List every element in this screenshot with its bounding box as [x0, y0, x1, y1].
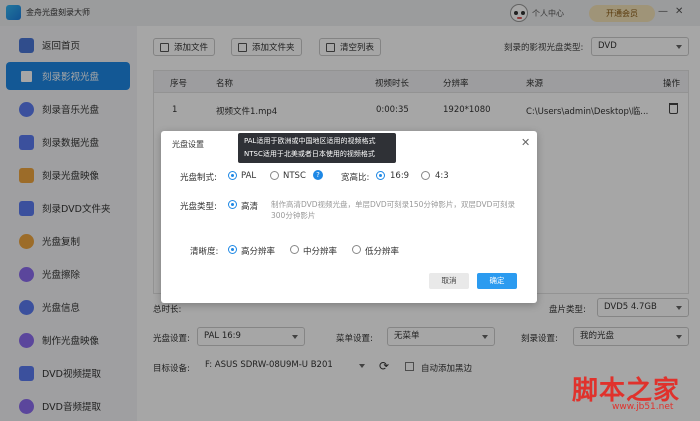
- dialog-title: 光盘设置: [172, 140, 204, 149]
- aspect-label: 宽高比:: [341, 173, 370, 183]
- hd-label: 高清: [241, 202, 259, 212]
- low-res-label: 低分辨率: [365, 247, 400, 257]
- mid-res-label: 中分辨率: [303, 247, 338, 257]
- help-icon[interactable]: ?: [313, 170, 323, 180]
- ratio-169-radio[interactable]: [376, 171, 385, 180]
- pal-label: PAL: [241, 171, 257, 181]
- ok-button[interactable]: 确定: [477, 273, 517, 289]
- clarity-label: 清晰度:: [190, 247, 219, 257]
- high-res-label: 高分辨率: [241, 247, 276, 257]
- ntsc-label: NTSC: [283, 171, 306, 181]
- close-icon[interactable]: ✕: [521, 136, 530, 149]
- tooltip-line-pal: PAL适用于欧洲或中国地区适用的视频格式: [244, 137, 376, 145]
- ratio-43-radio[interactable]: [421, 171, 430, 180]
- mid-res-radio[interactable]: [290, 245, 299, 254]
- low-res-radio[interactable]: [352, 245, 361, 254]
- format-tooltip: PAL适用于欧洲或中国地区适用的视频格式 NTSC适用于北美或者日本使用的视频格…: [238, 133, 396, 163]
- watermark-url: www.jb51.net: [612, 402, 674, 412]
- disc-type-dlg-label: 光盘类型:: [180, 202, 217, 212]
- tooltip-line-ntsc: NTSC适用于北美或者日本使用的视频格式: [244, 150, 375, 158]
- high-res-radio[interactable]: [228, 245, 237, 254]
- format-label: 光盘制式:: [180, 173, 217, 183]
- ratio-169-label: 16:9: [390, 171, 410, 181]
- hd-description: 制作高清DVD视频光盘，单层DVD可刻录150分钟影片，双层DVD可刻录300分…: [271, 200, 515, 220]
- ntsc-radio[interactable]: [270, 171, 279, 180]
- pal-radio[interactable]: [228, 171, 237, 180]
- hd-radio[interactable]: [228, 200, 237, 209]
- cancel-button[interactable]: 取消: [429, 273, 469, 289]
- ratio-43-label: 4:3: [435, 171, 449, 181]
